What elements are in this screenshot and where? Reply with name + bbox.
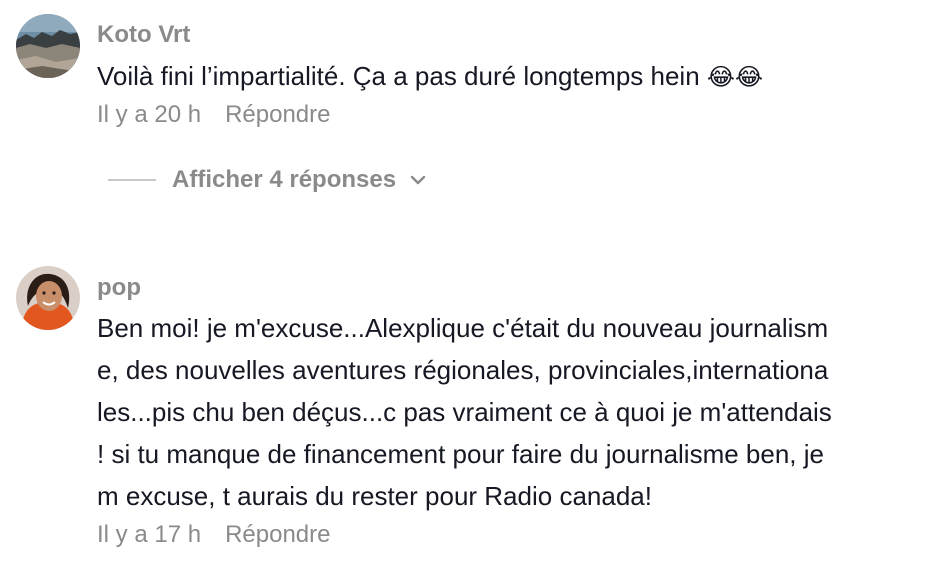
chevron-down-icon [410, 175, 426, 185]
comment-text-line: e, des nouvelles aventures régionales, p… [97, 355, 829, 385]
comment-meta: Il y a 20 h Répondre [97, 101, 330, 129]
comment-timestamp: Il y a 17 h [97, 521, 202, 548]
comment-text-line: les...pis chu ben déçus...c pas vraiment… [97, 397, 832, 427]
comment-text: Ben moi! je m'excuse...Alexplique c'étai… [97, 307, 832, 517]
landscape-photo-avatar-icon [16, 14, 80, 78]
comment-username[interactable]: pop [97, 274, 141, 302]
reply-button[interactable]: Répondre [225, 521, 330, 549]
comment-username[interactable]: Koto Vrt [97, 21, 190, 49]
person-photo-avatar-icon [16, 266, 80, 330]
laughing-emoji-icon: 😂😂 [706, 64, 763, 91]
avatar[interactable] [16, 266, 80, 330]
comment-text-line: Ben moi! je m'excuse...Alexplique c'étai… [97, 313, 829, 343]
comment-text-line: Voilà fini l’impartialité. Ça a pas duré… [97, 61, 700, 91]
reply-button[interactable]: Répondre [225, 101, 330, 129]
comment-text-line: m excuse, t aurais du rester pour Radio … [97, 481, 652, 511]
comment-text-line: ! si tu manque de financement pour faire… [97, 439, 824, 469]
view-replies-label: Afficher 4 réponses [172, 166, 397, 193]
comment-text: Voilà fini l’impartialité. Ça a pas duré… [97, 55, 763, 99]
avatar[interactable] [16, 14, 80, 78]
comment-timestamp: Il y a 20 h [97, 101, 202, 128]
view-replies-button[interactable]: Afficher 4 réponses [108, 166, 428, 194]
comment-section: Koto Vrt Voilà fini l’impartialité. Ça a… [0, 0, 926, 578]
comment-meta: Il y a 17 h Répondre [97, 521, 330, 549]
divider [108, 179, 156, 181]
